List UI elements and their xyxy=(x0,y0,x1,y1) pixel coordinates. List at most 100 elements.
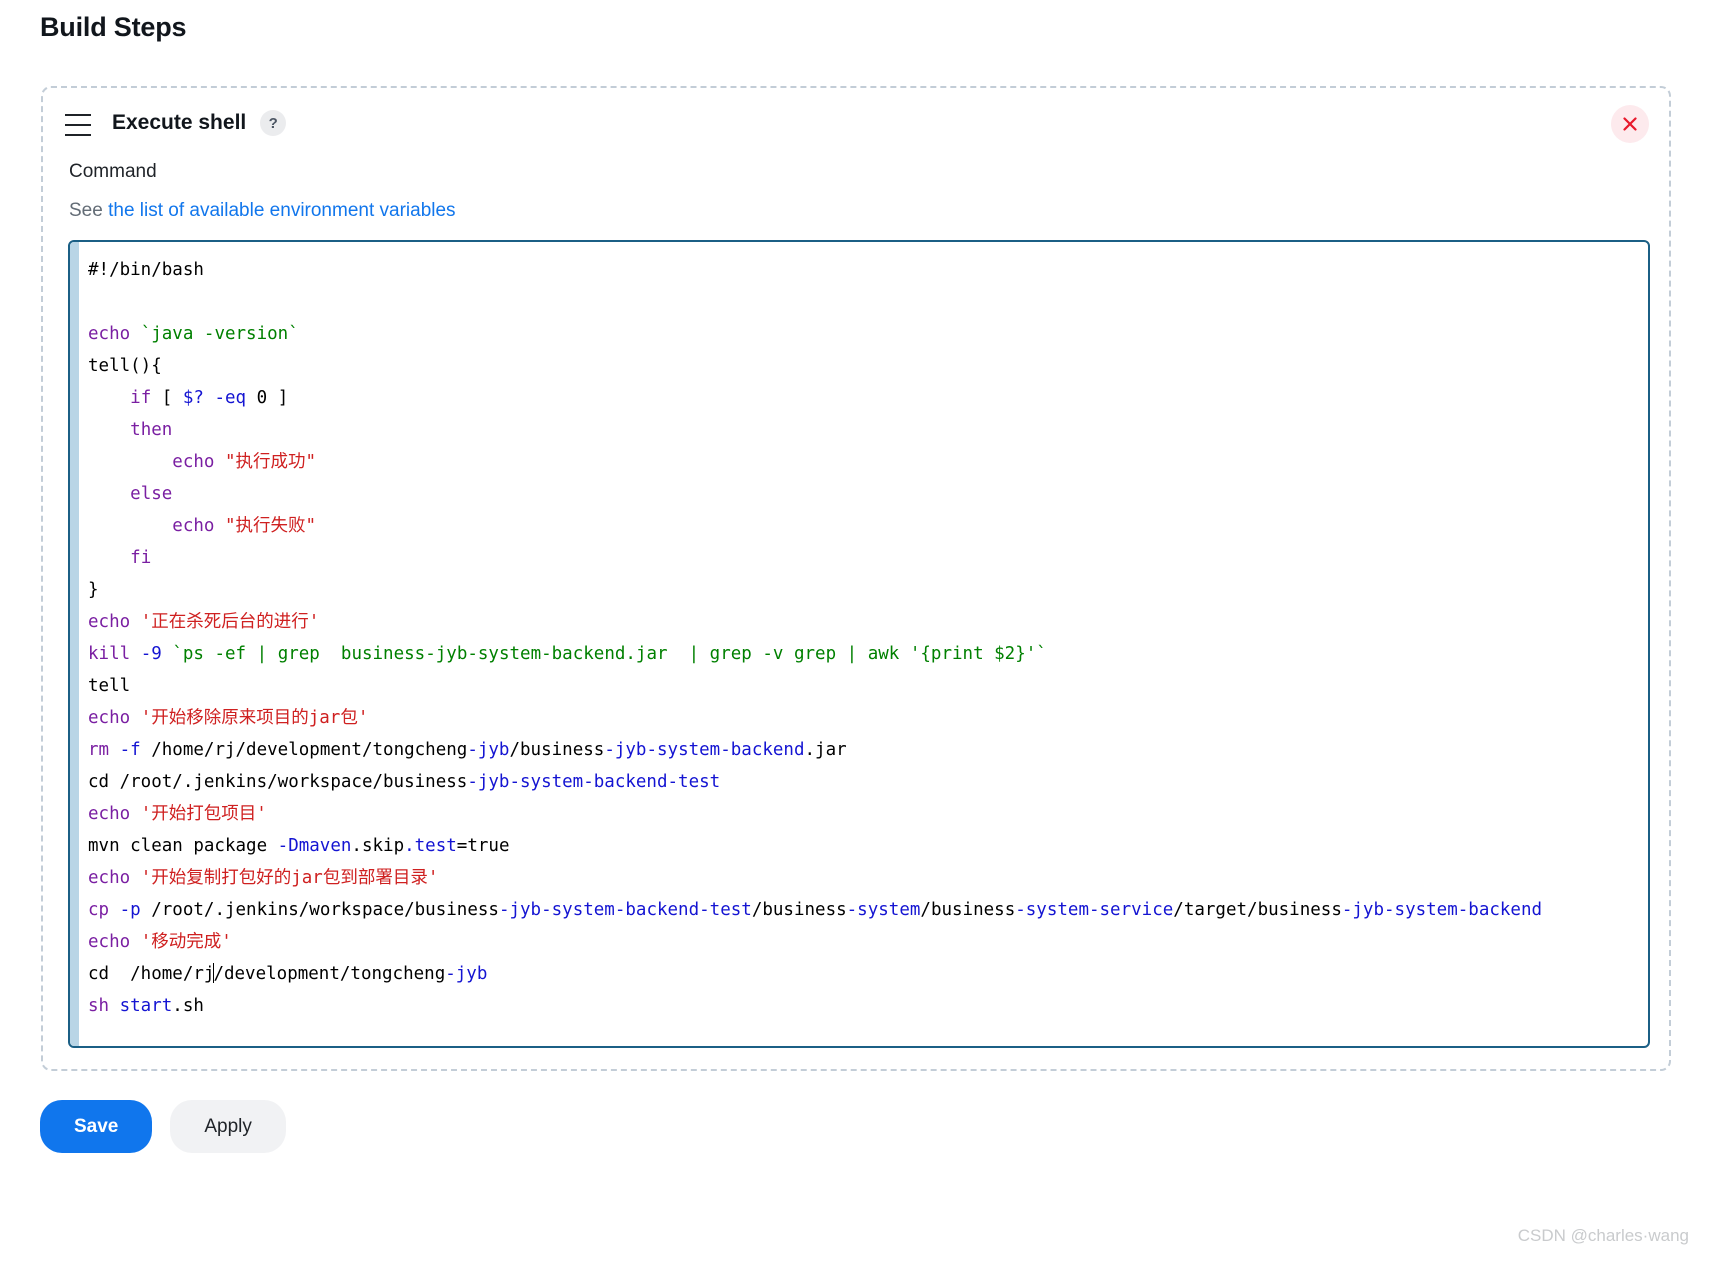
code-line: echo "执行成功" xyxy=(88,446,1648,478)
code-token: /root/.jenkins/workspace/business xyxy=(109,772,468,792)
code-token: if xyxy=(130,388,152,408)
code-line: if [ $? -eq 0 ] xyxy=(88,382,1648,414)
code-token: /development/tongcheng xyxy=(213,964,446,984)
code-token: echo xyxy=(88,868,141,888)
code-token: echo xyxy=(88,612,141,632)
code-token: echo xyxy=(88,708,141,728)
build-step-card: Execute shell ? Command See the list of … xyxy=(41,86,1671,1071)
code-line: echo `java -version` xyxy=(88,318,1648,350)
code-line: sh start.sh xyxy=(88,990,1648,1022)
command-textarea[interactable]: #!/bin/bash echo `java -version` tell(){ … xyxy=(79,242,1648,1046)
code-token: -jyb-system-backend-test xyxy=(467,772,721,792)
command-label: Command xyxy=(69,161,157,182)
code-token: '移动完成' xyxy=(140,932,232,952)
code-token: -p xyxy=(119,900,141,920)
code-line: echo '开始移除原来项目的jar包' xyxy=(88,702,1648,734)
code-token: -jyb-system-backend xyxy=(604,740,805,760)
code-token: cd xyxy=(88,772,110,792)
code-token: mvn clean package xyxy=(88,836,278,856)
page-title: Build Steps xyxy=(40,12,187,42)
code-line: cd /home/rj/development/tongcheng-jyb xyxy=(88,958,1648,990)
code-token: -eq xyxy=(214,388,247,408)
code-token: #!/bin/bash xyxy=(88,260,204,280)
code-line: echo '正在杀死后台的进行' xyxy=(88,606,1648,638)
code-token: -system xyxy=(846,900,921,920)
form-actions: Save Apply xyxy=(40,1100,286,1153)
code-line: echo '开始打包项目' xyxy=(88,798,1648,830)
code-token: '开始复制打包好的jar包到部署目录' xyxy=(140,868,439,888)
code-token: ] xyxy=(267,388,289,408)
code-token: -system-service xyxy=(1015,900,1174,920)
code-line: } xyxy=(88,574,1648,606)
code-line: #!/bin/bash xyxy=(88,254,1648,286)
code-token: -jyb xyxy=(467,740,510,760)
code-token: .sh xyxy=(172,996,204,1016)
code-token: tell(){ xyxy=(88,356,162,376)
code-token: .test xyxy=(404,836,457,856)
code-line: cd /root/.jenkins/workspace/business-jyb… xyxy=(88,766,1648,798)
code-token: fi xyxy=(130,548,152,568)
save-button[interactable]: Save xyxy=(40,1100,153,1153)
code-token: [ xyxy=(151,388,183,408)
hamburger-drag-icon[interactable] xyxy=(65,111,95,136)
code-line: mvn clean package -Dmaven.skip.test=true xyxy=(88,830,1648,862)
code-line: then xyxy=(88,414,1648,446)
code-line: kill -9 `ps -ef | grep business-jyb-syst… xyxy=(88,638,1648,670)
code-line: echo '移动完成' xyxy=(88,926,1648,958)
code-line: cp -p /root/.jenkins/workspace/business-… xyxy=(88,894,1648,926)
environment-variables-hint: See the list of available environment va… xyxy=(69,200,456,222)
command-editor[interactable]: #!/bin/bash echo `java -version` tell(){ … xyxy=(68,240,1650,1048)
code-token: $? xyxy=(182,388,204,408)
code-line: fi xyxy=(88,542,1648,574)
code-token: grep business-jyb-system-backend.jar | g… xyxy=(277,644,1047,664)
code-token: -9 xyxy=(140,644,162,664)
environment-variables-link[interactable]: the list of available environment variab… xyxy=(108,200,455,221)
code-token: /business xyxy=(920,900,1016,920)
code-token: -Dmaven xyxy=(277,836,352,856)
code-token: echo xyxy=(172,452,225,472)
code-token: echo xyxy=(88,324,141,344)
code-token: -jyb xyxy=(445,964,488,984)
step-header: Execute shell ? xyxy=(65,106,287,140)
code-token: .jar xyxy=(804,740,847,760)
code-token: /root/.jenkins/workspace/business xyxy=(140,900,499,920)
help-icon[interactable]: ? xyxy=(260,110,287,136)
code-line: tell(){ xyxy=(88,350,1648,382)
code-token: '开始打包项目' xyxy=(140,804,267,824)
code-token: /business xyxy=(751,900,847,920)
code-line: echo '开始复制打包好的jar包到部署目录' xyxy=(88,862,1648,894)
code-token: cp xyxy=(88,900,110,920)
code-token: `java -version` xyxy=(140,324,299,344)
code-token: -jyb-system-backend xyxy=(1341,900,1543,920)
code-token: .skip xyxy=(351,836,405,856)
close-step-button[interactable] xyxy=(1611,105,1649,143)
code-token: `ps xyxy=(172,644,215,664)
code-token: } xyxy=(88,580,99,600)
code-token: /home/rj xyxy=(109,964,215,984)
code-token: '开始移除原来项目的jar包' xyxy=(140,708,369,728)
code-token: '正在杀死后台的进行' xyxy=(140,612,320,632)
code-token: -ef xyxy=(214,644,247,664)
code-token: tell xyxy=(88,676,131,696)
code-token: =true xyxy=(456,836,510,856)
code-token: echo xyxy=(88,932,141,952)
apply-button[interactable]: Apply xyxy=(170,1100,286,1153)
code-token: else xyxy=(130,484,173,504)
code-token: -jyb-system-backend-test xyxy=(498,900,752,920)
code-token: -f xyxy=(119,740,141,760)
code-line: rm -f /home/rj/development/tongcheng-jyb… xyxy=(88,734,1648,766)
code-line: else xyxy=(88,478,1648,510)
code-token: /target/business xyxy=(1173,900,1342,920)
code-line: echo "执行失败" xyxy=(88,510,1648,542)
